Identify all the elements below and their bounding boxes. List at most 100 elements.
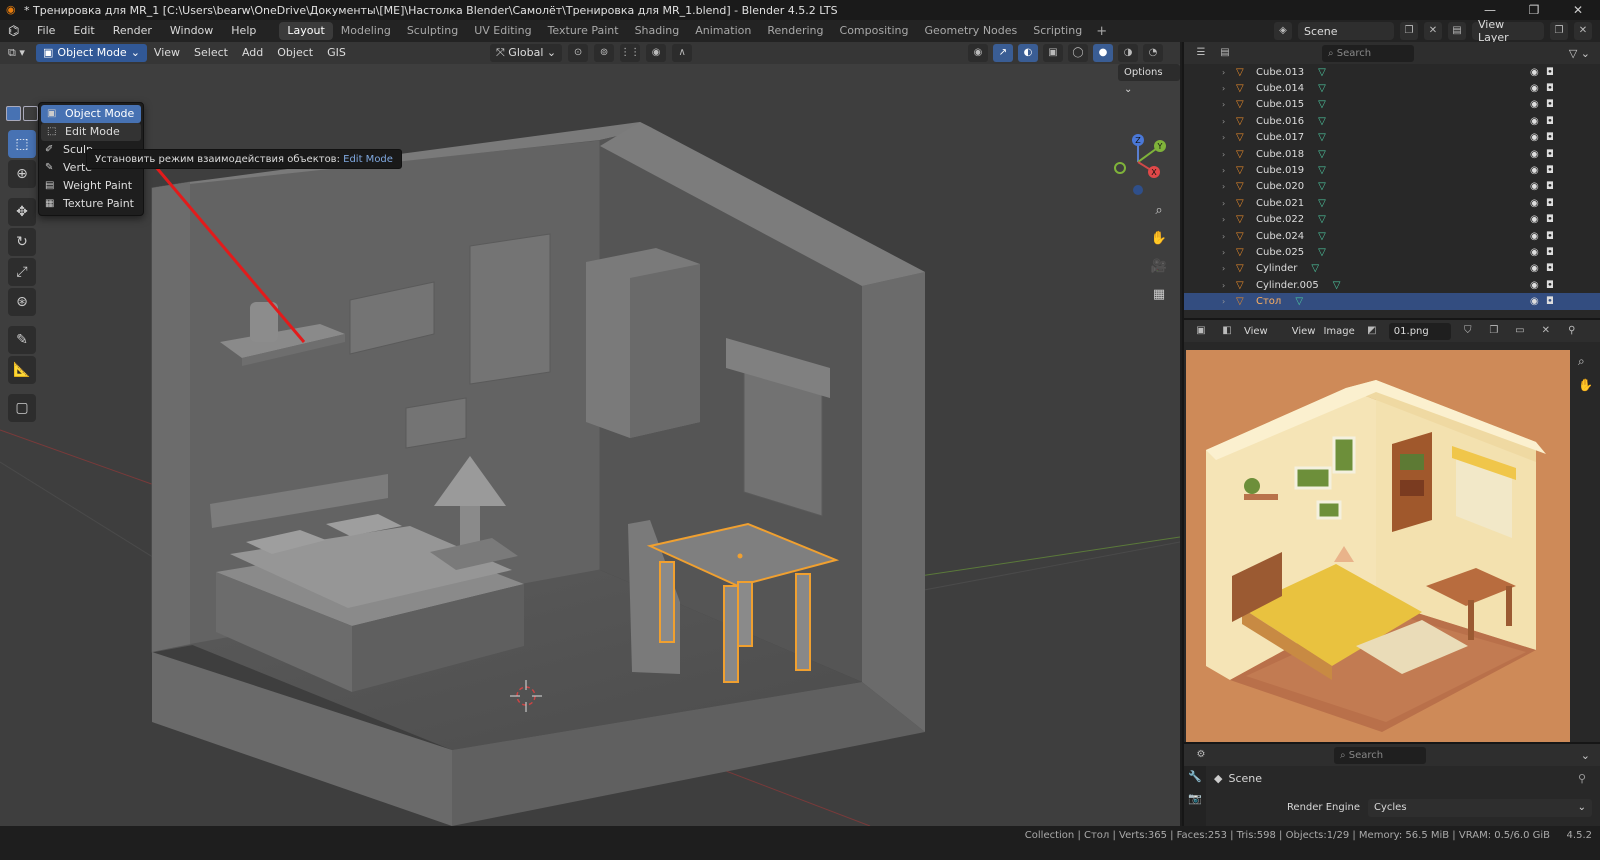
pin-icon[interactable]: ⚲	[1562, 322, 1581, 340]
workspace-tab-sculpting[interactable]: Sculpting	[399, 22, 466, 40]
expand-chevron-icon[interactable]: ›	[1222, 182, 1232, 191]
render-camera-icon[interactable]: ◘	[1546, 231, 1554, 242]
workspace-tab-texture-paint[interactable]: Texture Paint	[540, 22, 627, 40]
solid-shading-icon[interactable]: ●	[1093, 44, 1113, 62]
viewport-menu-object[interactable]: Object	[270, 44, 320, 62]
outliner-row[interactable]: › ▽ Cube.022 ▽ ◉ ◘	[1184, 212, 1600, 228]
expand-chevron-icon[interactable]: ›	[1222, 166, 1232, 175]
menu-render[interactable]: Render	[104, 20, 161, 42]
expand-chevron-icon[interactable]: ›	[1222, 117, 1232, 126]
3d-viewport[interactable]: ⧉ ▾ ▣ Object Mode ⌄ View Select Add Object…	[0, 42, 1180, 826]
annotate-tool-icon[interactable]: ✎	[8, 326, 36, 354]
add-workspace-icon[interactable]: +	[1090, 24, 1113, 39]
menu-item-edit-mode[interactable]: ⬚ Edit Mode	[41, 123, 141, 141]
render-camera-icon[interactable]: ◘	[1546, 198, 1554, 209]
render-tab-icon[interactable]: 📷	[1184, 788, 1206, 810]
mode-selector[interactable]: ▣ Object Mode ⌄	[36, 44, 147, 62]
workspace-tab-scripting[interactable]: Scripting	[1025, 22, 1090, 40]
scene-selector[interactable]: Scene	[1298, 22, 1394, 40]
expand-chevron-icon[interactable]: ›	[1222, 215, 1232, 224]
minimize-button[interactable]: —	[1468, 3, 1512, 17]
expand-chevron-icon[interactable]: ›	[1222, 68, 1232, 77]
visibility-eye-icon[interactable]: ◉	[1530, 231, 1539, 242]
view-mode-icon[interactable]: ◧	[1218, 322, 1236, 340]
render-camera-icon[interactable]: ◘	[1546, 263, 1554, 274]
render-camera-icon[interactable]: ◘	[1546, 99, 1554, 110]
viewport-menu-select[interactable]: Select	[187, 44, 235, 62]
workspace-tab-animation[interactable]: Animation	[687, 22, 759, 40]
filter-icon[interactable]: ▽ ⌄	[1569, 47, 1590, 60]
expand-chevron-icon[interactable]: ›	[1222, 84, 1232, 93]
view-layer-selector[interactable]: View Layer	[1472, 18, 1544, 44]
material-shading-icon[interactable]: ◑	[1118, 44, 1138, 62]
rotate-tool-icon[interactable]: ↻	[8, 228, 36, 256]
menu-edit[interactable]: Edit	[64, 20, 103, 42]
render-camera-icon[interactable]: ◘	[1546, 181, 1554, 192]
render-camera-icon[interactable]: ◘	[1546, 247, 1554, 258]
options-dropdown[interactable]: Options ⌄	[1118, 64, 1180, 95]
render-camera-icon[interactable]: ◘	[1546, 116, 1554, 127]
outliner-row[interactable]: › ▽ Cube.025 ▽ ◉ ◘	[1184, 244, 1600, 260]
rendered-shading-icon[interactable]: ◔	[1143, 44, 1163, 62]
cursor-tool-icon[interactable]: ⊕	[8, 160, 36, 188]
grid-perspective-icon[interactable]: ▦	[1148, 284, 1170, 306]
expand-chevron-icon[interactable]: ›	[1222, 232, 1232, 241]
visibility-eye-icon[interactable]: ◉	[1530, 296, 1539, 307]
image-filename-field[interactable]: 01.png	[1388, 322, 1451, 340]
image-menu-image[interactable]: Image	[1323, 326, 1354, 337]
visibility-eye-icon[interactable]: ◉	[1530, 67, 1539, 78]
render-camera-icon[interactable]: ◘	[1546, 132, 1554, 143]
snap-target-icon[interactable]: ⋮⋮	[620, 44, 641, 62]
outliner-row[interactable]: › ▽ Cube.019 ▽ ◉ ◘	[1184, 162, 1600, 178]
scene-browse-icon[interactable]: ◈	[1274, 22, 1292, 40]
render-engine-dropdown[interactable]: Cycles ⌄	[1368, 799, 1592, 817]
outliner-row[interactable]: › ▽ Cube.016 ▽ ◉ ◘	[1184, 113, 1600, 129]
visibility-eye-icon[interactable]: ◉	[1530, 263, 1539, 274]
image-editor-type-icon[interactable]: ▣	[1192, 322, 1210, 340]
expand-chevron-icon[interactable]: ›	[1222, 100, 1232, 109]
move-tool-icon[interactable]: ✥	[8, 198, 36, 226]
xray-icon[interactable]: ▣	[1043, 44, 1063, 62]
expand-chevron-icon[interactable]: ›	[1222, 150, 1232, 159]
pin-icon[interactable]: ⚲	[1578, 772, 1586, 785]
visibility-eye-icon[interactable]: ◉	[1530, 165, 1539, 176]
unlink-image-icon[interactable]: ✕	[1536, 322, 1555, 340]
workspace-tab-layout[interactable]: Layout	[279, 22, 333, 40]
camera-view-icon[interactable]: 🎥	[1148, 256, 1170, 278]
visibility-eye-icon[interactable]: ◉	[1530, 181, 1539, 192]
render-camera-icon[interactable]: ◘	[1546, 165, 1554, 176]
editor-type-icon[interactable]: ⧉ ▾	[8, 44, 32, 62]
delete-scene-icon[interactable]: ✕	[1424, 22, 1442, 40]
visibility-eye-icon[interactable]: ◉	[1530, 198, 1539, 209]
new-view-layer-icon[interactable]: ❐	[1550, 22, 1568, 40]
reference-image[interactable]	[1186, 350, 1570, 742]
menu-window[interactable]: Window	[161, 20, 222, 42]
scale-tool-icon[interactable]: ⤢	[8, 258, 36, 286]
visibility-eye-icon[interactable]: ◉	[1530, 214, 1539, 225]
visibility-eye-icon[interactable]: ◉	[1530, 83, 1539, 94]
outliner-row[interactable]: › ▽ Cube.015 ▽ ◉ ◘	[1184, 97, 1600, 113]
tool-settings-tab-icon[interactable]: 🔧	[1184, 766, 1206, 788]
workspace-tab-rendering[interactable]: Rendering	[759, 22, 831, 40]
image-zoom-icon[interactable]: ⌕	[1578, 354, 1585, 369]
workspace-tab-compositing[interactable]: Compositing	[832, 22, 917, 40]
transform-tool-icon[interactable]: ⊛	[8, 288, 36, 316]
expand-chevron-icon[interactable]: ›	[1222, 297, 1232, 306]
expand-chevron-icon[interactable]: ›	[1222, 199, 1232, 208]
menu-item-object-mode[interactable]: ▣ Object Mode	[41, 105, 141, 123]
visibility-eye-icon[interactable]: ◉	[1530, 149, 1539, 160]
visibility-eye-icon[interactable]: ◉	[1530, 99, 1539, 110]
view-layer-browse-icon[interactable]: ▤	[1448, 22, 1466, 40]
blender-menu-icon[interactable]: ⌬	[8, 24, 28, 39]
properties-search-input[interactable]: ⌕ Search	[1334, 746, 1426, 764]
pivot-icon[interactable]: ⊙	[568, 44, 589, 62]
select-box-icon[interactable]	[6, 106, 21, 121]
select-tool-icon[interactable]: ⬚	[8, 130, 36, 158]
pan-hand-icon[interactable]: ✋	[1148, 228, 1170, 250]
visibility-eye-icon[interactable]: ◉	[1530, 116, 1539, 127]
maximize-button[interactable]: ❐	[1512, 3, 1556, 17]
image-menu-view[interactable]: View	[1292, 326, 1316, 337]
viewport-menu-gis[interactable]: GIS	[320, 44, 353, 62]
render-camera-icon[interactable]: ◘	[1546, 280, 1554, 291]
new-scene-icon[interactable]: ❐	[1400, 22, 1418, 40]
